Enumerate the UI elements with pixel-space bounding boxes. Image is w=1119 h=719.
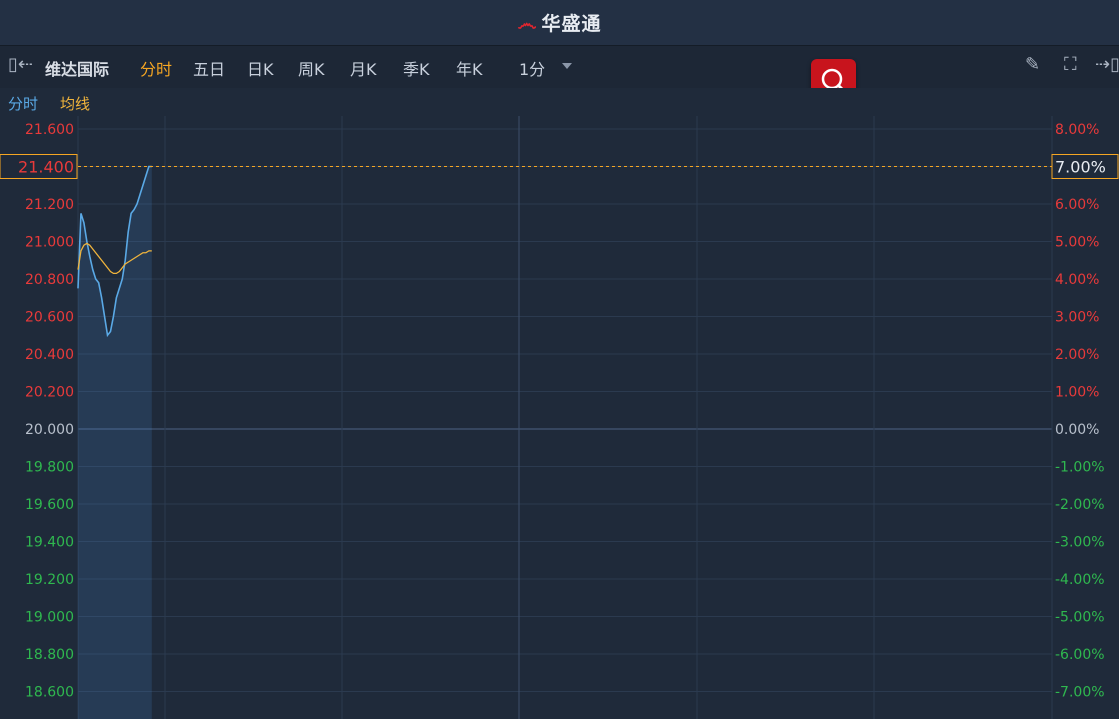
y-tick-label: 19.600 bbox=[25, 497, 74, 513]
collapse-right-icon[interactable]: ⇢▯ bbox=[1095, 54, 1119, 75]
pct-tick-label: 5.00% bbox=[1055, 235, 1099, 251]
y-tick-label: 20.400 bbox=[25, 347, 74, 363]
pct-tick-label: -1.00% bbox=[1055, 460, 1105, 476]
legend-average-line: 均线 bbox=[60, 95, 91, 113]
tab-five-day[interactable]: 五日 bbox=[193, 56, 225, 80]
pct-tick-label: -4.00% bbox=[1055, 572, 1105, 588]
y-tick-label: 20.000 bbox=[25, 422, 74, 438]
legend-price-line: 分时 bbox=[8, 95, 39, 113]
interval-select[interactable]: 1分 bbox=[519, 56, 545, 80]
y-tick-label: 20.200 bbox=[25, 385, 74, 401]
tab-daily-k[interactable]: 日K bbox=[247, 56, 274, 80]
chevron-down-icon[interactable] bbox=[562, 63, 572, 69]
intraday-chart: 21.600 8.00% 21.400 7.00% 21.200 6.00% 21.000 5… bbox=[0, 116, 1119, 719]
tab-intraday[interactable]: 分时 bbox=[140, 56, 172, 80]
y-tick-label: 18.800 bbox=[25, 647, 74, 663]
y-tick-label: 21.200 bbox=[25, 197, 74, 213]
y-tick-label: 18.600 bbox=[25, 685, 74, 701]
pct-tick-label: 2.00% bbox=[1055, 347, 1099, 363]
toolbar: ▯⇠ 维达国际 分时 五日 日K 周K 月K 季K 年K 1分 ✎ ⛶ ⇢▯ bbox=[0, 46, 1119, 89]
y-tick-label: 19.200 bbox=[25, 572, 74, 588]
y-tick-label: 21.000 bbox=[25, 235, 74, 251]
brand-name: 华盛通 bbox=[541, 13, 602, 35]
pct-tick-label: -3.00% bbox=[1055, 535, 1105, 551]
y-tick-label: 19.800 bbox=[25, 460, 74, 476]
pct-tick-label: -6.00% bbox=[1055, 647, 1105, 663]
legend-bar: 分时 均线 bbox=[0, 88, 1119, 116]
current-price-label: 21.400 bbox=[18, 158, 74, 177]
pct-tick-label: 8.00% bbox=[1055, 122, 1099, 138]
tab-monthly-k[interactable]: 月K bbox=[350, 56, 377, 80]
y-tick-label: 19.000 bbox=[25, 610, 74, 626]
tab-weekly-k[interactable]: 周K bbox=[298, 56, 325, 80]
pct-tick-label: 3.00% bbox=[1055, 310, 1099, 326]
brand: ෴ 华盛通 bbox=[0, 9, 1119, 36]
pencil-icon[interactable]: ✎ bbox=[1025, 54, 1040, 75]
y-tick-label: 20.600 bbox=[25, 310, 74, 326]
tab-yearly-k[interactable]: 年K bbox=[456, 56, 483, 80]
pct-tick-label: -7.00% bbox=[1055, 685, 1105, 701]
title-bar: ෴ 华盛通 bbox=[0, 0, 1119, 46]
brand-logo-icon: ෴ bbox=[517, 11, 538, 35]
y-tick-label: 21.600 bbox=[25, 122, 74, 138]
y-tick-label: 20.800 bbox=[25, 272, 74, 288]
pct-tick-label: -2.00% bbox=[1055, 497, 1105, 513]
tab-quarterly-k[interactable]: 季K bbox=[403, 56, 430, 80]
pct-tick-label: -5.00% bbox=[1055, 610, 1105, 626]
stock-name: 维达国际 bbox=[45, 60, 110, 79]
collapse-left-icon[interactable]: ▯⇠ bbox=[8, 54, 33, 75]
fullscreen-icon[interactable]: ⛶ bbox=[1064, 54, 1077, 75]
pct-tick-label: 0.00% bbox=[1055, 422, 1099, 438]
pct-tick-label: 1.00% bbox=[1055, 385, 1099, 401]
y-tick-label: 19.400 bbox=[25, 535, 74, 551]
pct-tick-label: 4.00% bbox=[1055, 272, 1099, 288]
current-pct-label: 7.00% bbox=[1055, 158, 1106, 177]
pct-tick-label: 6.00% bbox=[1055, 197, 1099, 213]
